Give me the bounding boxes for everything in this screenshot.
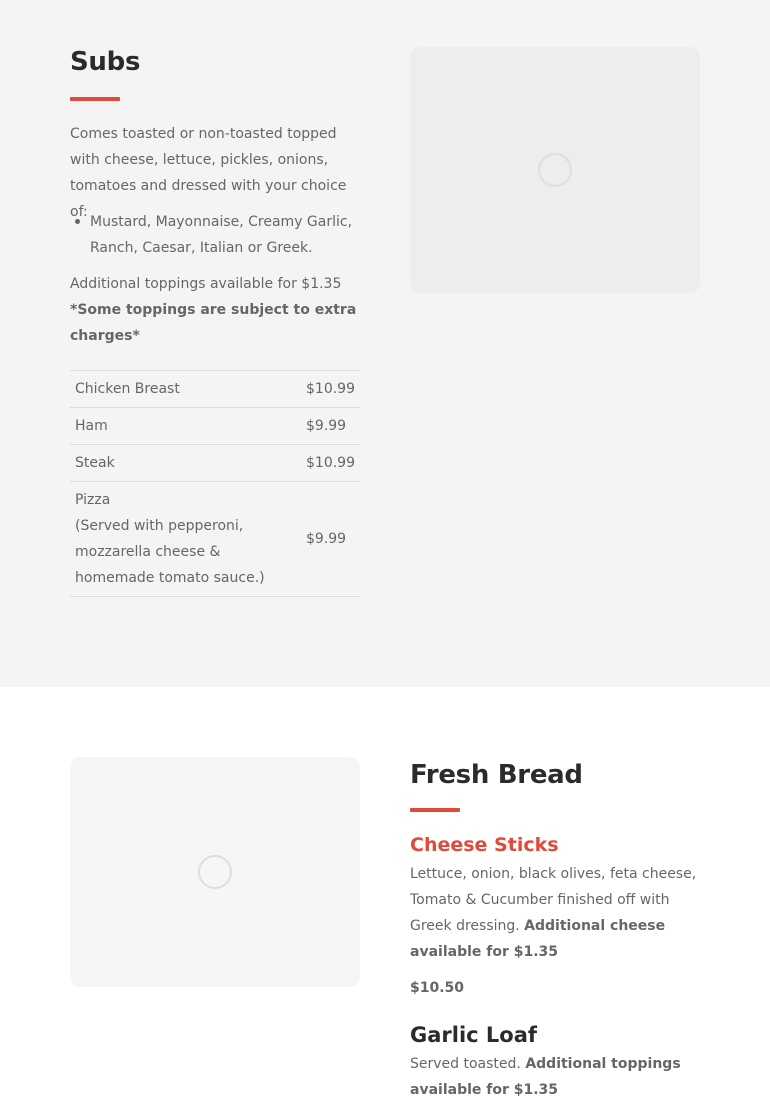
additional-toppings-text: Additional toppings available for $1.35 bbox=[70, 276, 342, 292]
heading-underline bbox=[410, 808, 460, 812]
cheese-sticks-title: Cheese Sticks bbox=[410, 834, 559, 856]
dressing-options: Mustard, Mayonnaise, Creamy Garlic, Ranc… bbox=[90, 214, 353, 256]
subs-price-table: Chicken Breast $10.99 Ham $9.99 Steak $1… bbox=[70, 370, 360, 597]
item-name: Pizza bbox=[75, 492, 111, 508]
subs-section: Subs Comes toasted or non-toasted topped… bbox=[0, 0, 770, 687]
item-price: $10.99 bbox=[306, 444, 360, 482]
garlic-loaf-description: Served toasted. Additional toppings avai… bbox=[410, 1051, 700, 1103]
dressing-list: Mustard, Mayonnaise, Creamy Garlic, Ranc… bbox=[70, 209, 362, 261]
table-row: Steak $10.99 bbox=[70, 444, 360, 482]
item-name: Chicken Breast bbox=[70, 370, 306, 408]
item-price: $9.99 bbox=[306, 481, 360, 597]
bread-image-placeholder bbox=[70, 757, 360, 987]
subs-heading: Subs bbox=[70, 47, 141, 77]
item-name: Steak bbox=[70, 444, 306, 482]
toppings-info: Additional toppings available for $1.35 … bbox=[70, 271, 362, 349]
item-cell: Pizza (Served with pepperoni, mozzarella… bbox=[70, 481, 306, 597]
subs-image-placeholder bbox=[410, 47, 700, 293]
cheese-sticks-price: $10.50 bbox=[410, 980, 465, 996]
list-item: Mustard, Mayonnaise, Creamy Garlic, Ranc… bbox=[70, 209, 362, 261]
item-name: Ham bbox=[70, 407, 306, 445]
garlic-loaf-title: Garlic Loaf bbox=[410, 1023, 538, 1047]
bullet-icon bbox=[75, 219, 80, 224]
item-detail: (Served with pepperoni, mozzarella chees… bbox=[75, 518, 265, 586]
fresh-bread-section: Fresh Bread Cheese Sticks Lettuce, onion… bbox=[0, 687, 770, 1104]
fresh-bread-heading: Fresh Bread bbox=[410, 760, 583, 790]
item-price: $9.99 bbox=[306, 407, 360, 445]
loading-spinner-icon bbox=[198, 855, 232, 889]
table-row: Chicken Breast $10.99 bbox=[70, 370, 360, 408]
heading-underline bbox=[70, 97, 120, 101]
table-row: Pizza (Served with pepperoni, mozzarella… bbox=[70, 481, 360, 597]
item-description: Served toasted. bbox=[410, 1056, 521, 1072]
item-price: $10.99 bbox=[306, 370, 360, 408]
cheese-sticks-description: Lettuce, onion, black olives, feta chees… bbox=[410, 861, 700, 965]
extra-charges-note: *Some toppings are subject to extra char… bbox=[70, 302, 357, 344]
table-row: Ham $9.99 bbox=[70, 407, 360, 445]
loading-spinner-icon bbox=[538, 153, 572, 187]
